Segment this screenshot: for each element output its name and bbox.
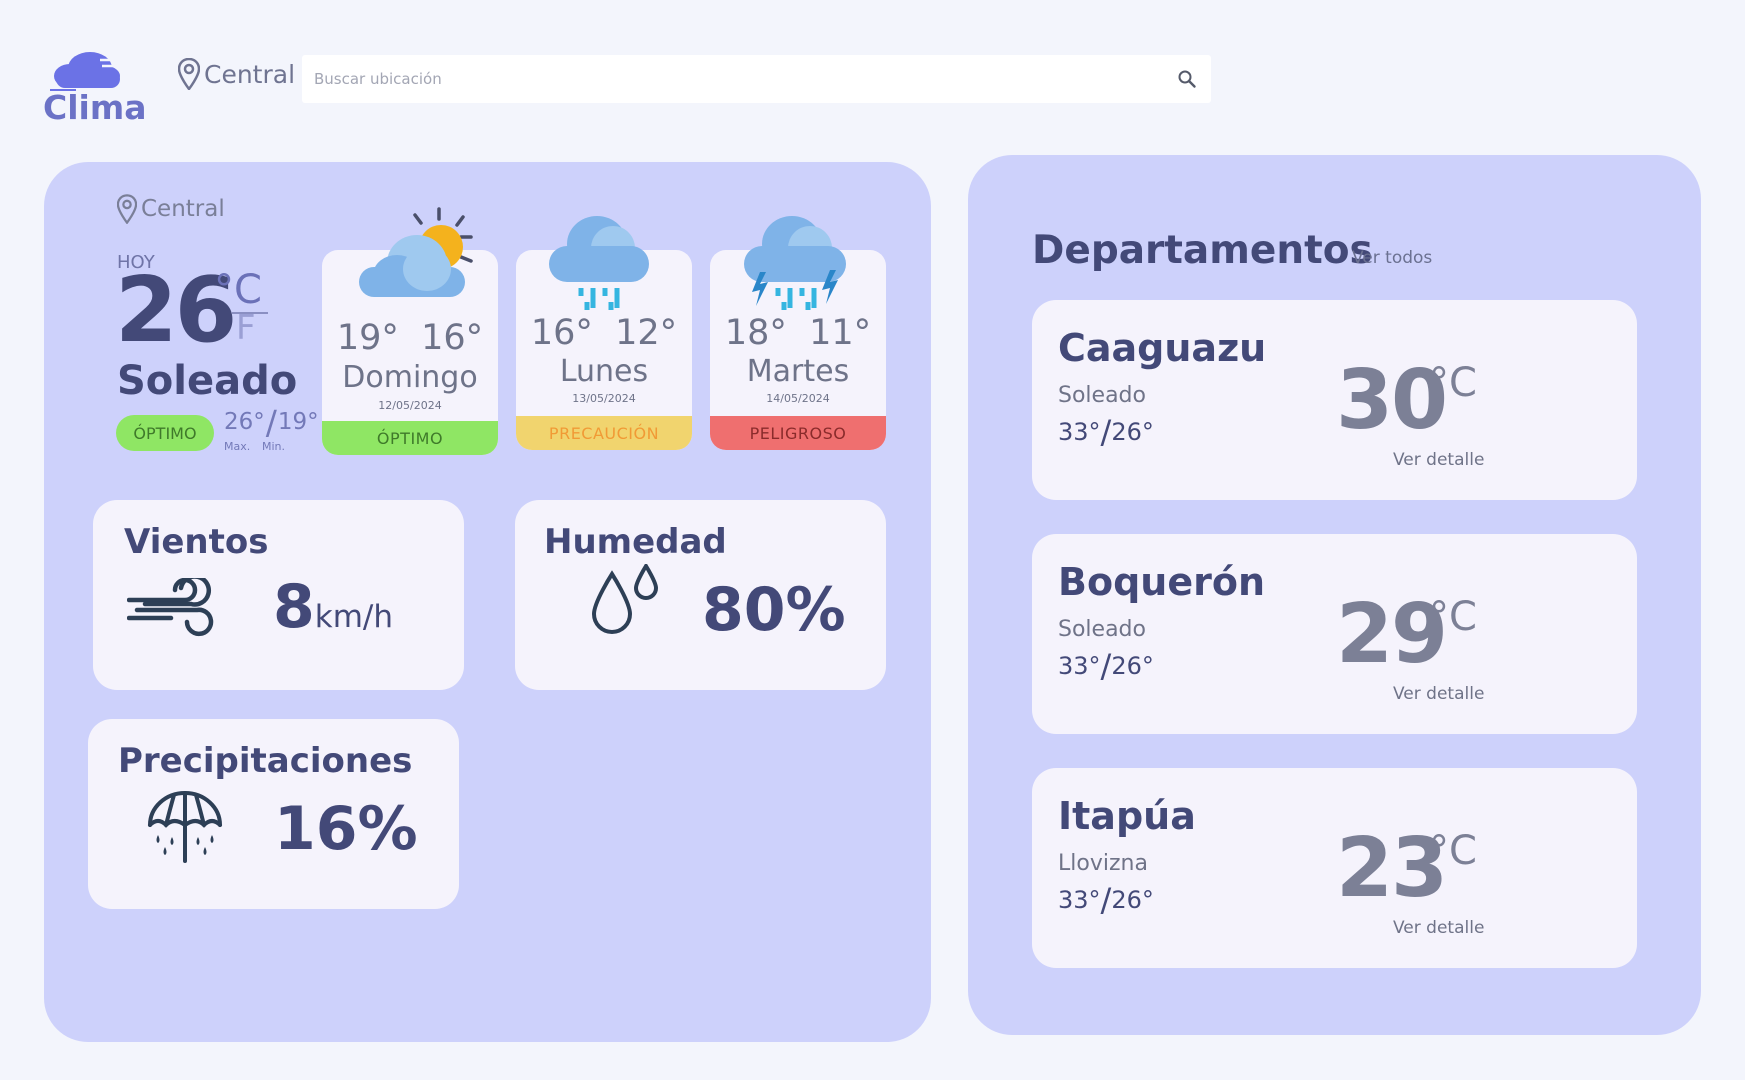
storm-cloud-icon [744,216,846,310]
department-name: Boquerón [1058,560,1265,604]
unit-fahrenheit-toggle[interactable]: F [236,311,256,345]
forecast-date: 13/05/2024 [572,392,636,405]
department-min: 26° [1111,418,1154,446]
umbrella-rain-icon [148,791,222,863]
max-min-separator: / [1100,413,1112,451]
department-max: 33° [1058,652,1101,680]
location-pin-icon [178,58,200,90]
today-location-label: Central [141,196,225,222]
see-detail-link[interactable]: Ver detalle [1393,918,1484,938]
location-pin-icon [117,194,137,224]
partly-cloudy-sun-icon [359,207,473,297]
rain-cloud-icon [549,216,649,310]
department-max-min: 33° / 26° [1058,881,1154,919]
today-min-label: Min. [262,440,286,453]
forecast-min: 11° [809,313,872,353]
max-min-separator: / [1100,881,1112,919]
today-min: 19° [277,409,319,435]
today-location: Central [117,194,225,224]
department-max-min: 33° / 26° [1058,413,1154,451]
wind-card: Vientos 8km/h [93,500,464,690]
department-unit: °C [1429,828,1477,874]
droplets-icon [591,564,659,634]
forecast-day: Domingo [342,360,478,395]
forecast-day: Martes [746,354,850,389]
today-max-min: 26° / 19° [224,403,319,442]
department-name: Itapúa [1058,794,1196,838]
forecast-temps: 16° 12° [516,313,692,353]
department-min: 26° [1111,652,1154,680]
humidity-title: Humedad [544,522,727,562]
forecast-min: 12° [615,313,678,353]
precipitation-value: 16% [274,794,418,864]
department-max: 33° [1058,886,1101,914]
max-min-separator: / [1100,647,1112,685]
search-icon[interactable] [1175,67,1199,91]
precipitation-title: Precipitaciones [118,741,413,781]
wind-value: 8 [273,572,315,642]
max-min-separator: / [265,403,277,442]
department-condition: Soleado [1058,383,1146,408]
forecast-temps: 19° 16° [322,318,498,358]
department-card[interactable]: Caaguazu Soleado 33° / 26° 30 °C Ver det… [1032,300,1637,500]
search-input[interactable] [314,70,1175,88]
see-all-link[interactable]: Ver todos [1352,248,1432,268]
departments-title: Departamentos [1032,228,1373,273]
header-location[interactable]: Central [178,58,295,90]
forecast-date: 12/05/2024 [378,399,442,412]
forecast-max: 19° [336,318,399,358]
see-detail-link[interactable]: Ver detalle [1393,684,1484,704]
forecast-status-badge: PRECAUCIÓN [516,416,692,450]
department-max: 33° [1058,418,1101,446]
forecast-temps: 18° 11° [710,313,886,353]
forecast-status-badge: ÓPTIMO [322,421,498,455]
forecast-status-badge: PELIGROSO [710,416,886,450]
department-unit: °C [1429,360,1477,406]
department-card[interactable]: Boquerón Soleado 33° / 26° 29 °C Ver det… [1032,534,1637,734]
wind-value-group: 8km/h [273,577,393,637]
forecast-max: 18° [724,313,787,353]
department-name: Caaguazu [1058,326,1267,370]
app-logo-text: Clima [43,88,147,127]
humidity-value: 80% [702,575,846,645]
department-condition: Soleado [1058,617,1146,642]
department-max-min: 33° / 26° [1058,647,1154,685]
precipitation-card: Precipitaciones 16% [88,719,459,909]
search-bar [302,55,1211,103]
see-detail-link[interactable]: Ver detalle [1393,450,1484,470]
wind-icon [127,578,214,637]
unit-celsius-toggle[interactable]: °C [214,270,262,310]
today-max: 26° [224,409,265,435]
header-location-label: Central [204,59,296,89]
today-max-label: Max. [224,440,251,453]
wind-title: Vientos [124,522,269,562]
forecast-day: Lunes [559,354,649,389]
today-condition: Soleado [117,358,298,404]
wind-unit: km/h [314,599,393,635]
department-card[interactable]: Itapúa Llovizna 33° / 26° 23 °C Ver deta… [1032,768,1637,968]
department-condition: Llovizna [1058,851,1148,876]
today-status-badge: ÓPTIMO [116,415,214,451]
department-unit: °C [1429,594,1477,640]
forecast-date: 14/05/2024 [766,392,830,405]
forecast-min: 16° [421,318,484,358]
forecast-max: 16° [530,313,593,353]
department-min: 26° [1111,886,1154,914]
humidity-card: Humedad 80% [515,500,886,690]
